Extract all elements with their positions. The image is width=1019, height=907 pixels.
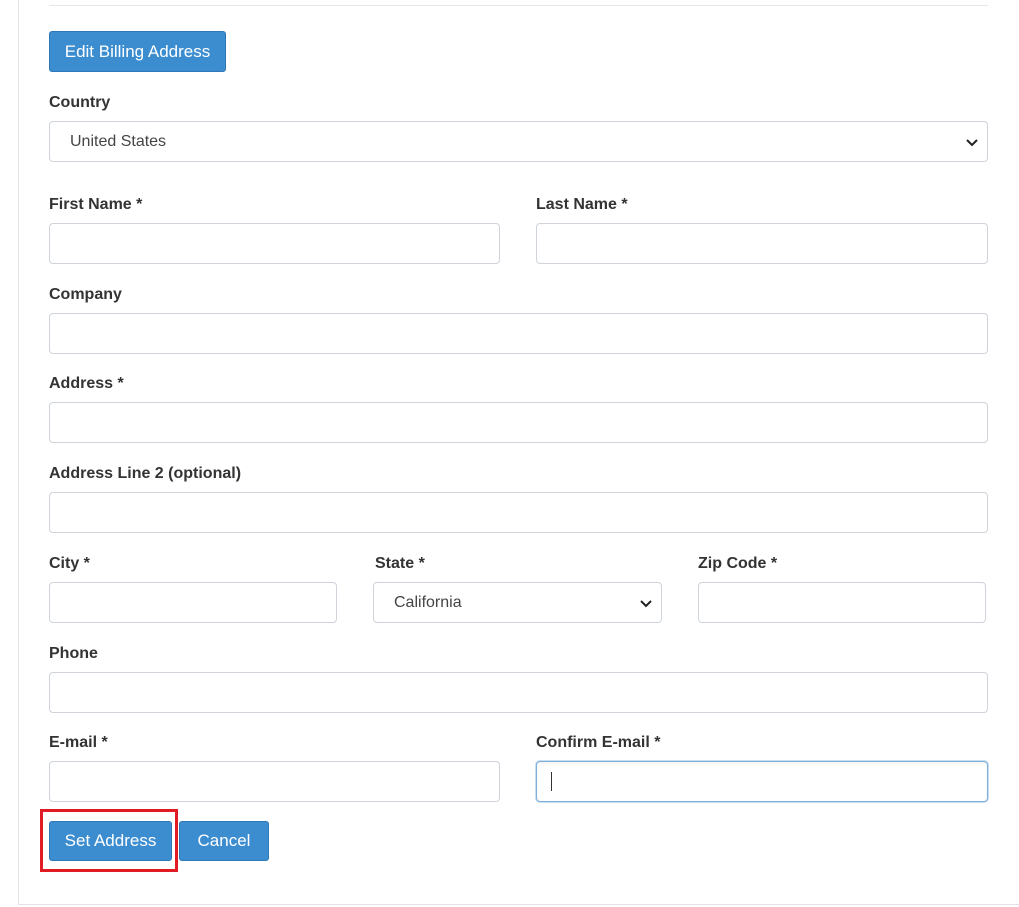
- country-select[interactable]: United States: [49, 121, 988, 162]
- email-input[interactable]: [49, 761, 500, 802]
- address-line-2-label: Address Line 2 (optional): [49, 465, 242, 482]
- last-name-label: Last Name *: [536, 196, 628, 213]
- confirm-email-input[interactable]: [536, 761, 988, 802]
- address-line-2-input[interactable]: [49, 492, 988, 533]
- state-value: California: [394, 593, 462, 611]
- zip-code-label: Zip Code *: [698, 555, 778, 572]
- last-name-input[interactable]: [536, 223, 988, 264]
- company-input[interactable]: [49, 313, 988, 354]
- edit-billing-address-button[interactable]: Edit Billing Address: [49, 31, 226, 72]
- country-value: United States: [70, 132, 167, 150]
- divider: [49, 5, 988, 6]
- city-input[interactable]: [49, 582, 337, 623]
- address-label: Address *: [49, 375, 124, 392]
- zip-code-input[interactable]: [698, 582, 986, 623]
- state-label: State *: [375, 555, 425, 572]
- company-label: Company: [49, 286, 122, 303]
- text-cursor: [551, 772, 552, 791]
- state-select[interactable]: California: [373, 582, 662, 623]
- first-name-label: First Name *: [49, 196, 143, 213]
- city-label: City *: [49, 555, 90, 572]
- chevron-down-icon: [966, 138, 978, 146]
- address-input[interactable]: [49, 402, 988, 443]
- chevron-down-icon: [640, 599, 652, 607]
- confirm-email-label: Confirm E-mail *: [536, 734, 661, 751]
- email-label: E-mail *: [49, 734, 108, 751]
- phone-label: Phone: [49, 645, 98, 662]
- country-label: Country: [49, 94, 111, 111]
- first-name-input[interactable]: [49, 223, 500, 264]
- highlight-box: [40, 809, 178, 872]
- phone-input[interactable]: [49, 672, 988, 713]
- cancel-button[interactable]: Cancel: [179, 821, 269, 861]
